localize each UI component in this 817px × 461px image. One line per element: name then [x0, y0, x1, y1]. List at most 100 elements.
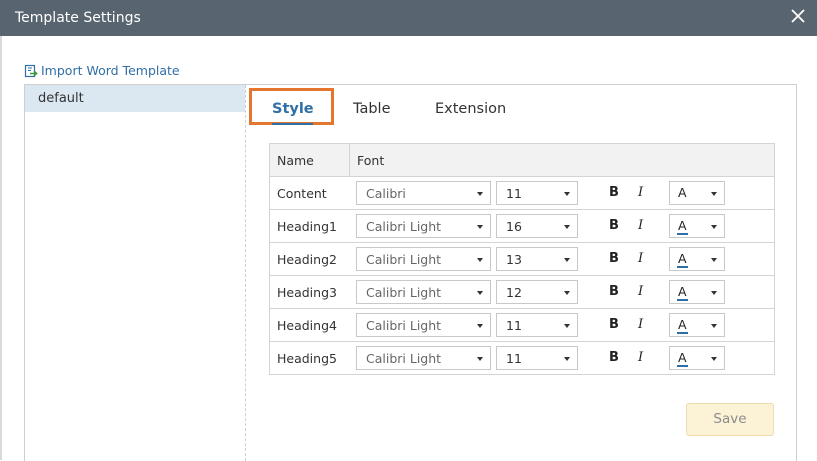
font-family-select[interactable]: Calibri Light [356, 346, 491, 370]
template-list: default [25, 85, 246, 461]
window-edge [0, 36, 2, 460]
chevron-down-icon [564, 324, 570, 328]
font-size-select[interactable]: 12 [496, 280, 578, 304]
chevron-down-icon [477, 324, 483, 328]
tab-extension[interactable]: Extension [435, 101, 506, 117]
style-name: Heading1 [277, 219, 337, 234]
chevron-down-icon [564, 357, 570, 361]
style-name: Heading5 [277, 351, 337, 366]
table-row: Content Calibri 11 B I A [270, 177, 774, 210]
template-item-default[interactable]: default [25, 85, 245, 112]
active-tab-underline [272, 123, 313, 125]
dialog-title: Template Settings [15, 10, 141, 26]
bold-button[interactable]: B [609, 251, 619, 266]
font-color-select[interactable]: A [669, 280, 725, 304]
grid-header: Name Font [270, 144, 774, 177]
font-color-icon: A [678, 251, 687, 266]
font-family-value: Calibri Light [366, 252, 442, 267]
close-icon[interactable] [789, 7, 807, 25]
font-size-select[interactable]: 16 [496, 214, 578, 238]
tab-table[interactable]: Table [353, 101, 391, 117]
italic-button[interactable]: I [638, 350, 643, 365]
save-button[interactable]: Save [686, 403, 774, 436]
color-indicator-bar [677, 365, 688, 367]
italic-button[interactable]: I [638, 284, 643, 299]
font-size-select[interactable]: 11 [496, 181, 578, 205]
style-name: Heading4 [277, 318, 337, 333]
font-color-select[interactable]: A [669, 247, 725, 271]
font-size-value: 11 [506, 186, 522, 201]
chevron-down-icon [564, 258, 570, 262]
header-font: Font [357, 153, 385, 168]
font-color-icon: A [678, 218, 687, 233]
font-color-icon: A [678, 284, 687, 299]
font-family-select[interactable]: Calibri [356, 181, 491, 205]
chevron-down-icon [564, 192, 570, 196]
bold-button[interactable]: B [609, 284, 619, 299]
font-size-value: 11 [506, 351, 522, 366]
chevron-down-icon [711, 324, 717, 328]
table-row: Heading3 Calibri Light 12 B I A [270, 276, 774, 309]
table-row: Heading1 Calibri Light 16 B I A [270, 210, 774, 243]
chevron-down-icon [711, 291, 717, 295]
color-indicator-bar [677, 233, 688, 235]
style-name: Heading3 [277, 285, 337, 300]
table-row: Heading4 Calibri Light 11 B I A [270, 309, 774, 342]
font-size-value: 11 [506, 318, 522, 333]
header-divider [349, 144, 350, 176]
bold-button[interactable]: B [609, 185, 619, 200]
chevron-down-icon [564, 291, 570, 295]
chevron-down-icon [477, 192, 483, 196]
bold-button[interactable]: B [609, 317, 619, 332]
font-family-value: Calibri Light [366, 219, 442, 234]
chevron-down-icon [711, 192, 717, 196]
style-name: Content [277, 186, 327, 201]
font-family-select[interactable]: Calibri Light [356, 280, 491, 304]
font-size-value: 13 [506, 252, 522, 267]
font-size-value: 12 [506, 285, 522, 300]
font-color-select[interactable]: A [669, 313, 725, 337]
font-family-select[interactable]: Calibri Light [356, 313, 491, 337]
font-family-value: Calibri Light [366, 318, 442, 333]
font-color-select[interactable]: A [669, 181, 725, 205]
font-family-value: Calibri Light [366, 351, 442, 366]
font-color-icon: A [678, 350, 687, 365]
chevron-down-icon [477, 357, 483, 361]
color-indicator-bar [677, 299, 688, 301]
font-size-select[interactable]: 13 [496, 247, 578, 271]
import-word-template-link[interactable]: Import Word Template [24, 63, 180, 78]
font-family-value: Calibri [366, 186, 406, 201]
color-indicator-bar [677, 332, 688, 334]
font-color-select[interactable]: A [669, 346, 725, 370]
settings-panel: default Style Table Extension Name Font … [24, 84, 797, 461]
font-color-icon: A [678, 317, 687, 332]
chevron-down-icon [477, 291, 483, 295]
font-color-select[interactable]: A [669, 214, 725, 238]
chevron-down-icon [477, 225, 483, 229]
style-grid: Name Font Content Calibri 11 B I A Headi… [269, 143, 775, 375]
font-family-select[interactable]: Calibri Light [356, 247, 491, 271]
font-size-select[interactable]: 11 [496, 313, 578, 337]
tab-style[interactable]: Style [272, 101, 314, 117]
italic-button[interactable]: I [638, 218, 643, 233]
chevron-down-icon [711, 225, 717, 229]
color-indicator-bar [677, 266, 688, 268]
chevron-down-icon [477, 258, 483, 262]
style-name: Heading2 [277, 252, 337, 267]
bold-button[interactable]: B [609, 218, 619, 233]
import-icon [24, 64, 38, 78]
italic-button[interactable]: I [638, 185, 643, 200]
font-color-icon: A [678, 185, 687, 200]
bold-button[interactable]: B [609, 350, 619, 365]
font-family-value: Calibri Light [366, 285, 442, 300]
dialog-titlebar: Template Settings [0, 0, 817, 36]
italic-button[interactable]: I [638, 317, 643, 332]
font-size-value: 16 [506, 219, 522, 234]
chevron-down-icon [564, 225, 570, 229]
font-family-select[interactable]: Calibri Light [356, 214, 491, 238]
import-link-label: Import Word Template [41, 63, 180, 78]
font-size-select[interactable]: 11 [496, 346, 578, 370]
italic-button[interactable]: I [638, 251, 643, 266]
chevron-down-icon [711, 357, 717, 361]
tab-bar: Style Table Extension [249, 85, 789, 129]
